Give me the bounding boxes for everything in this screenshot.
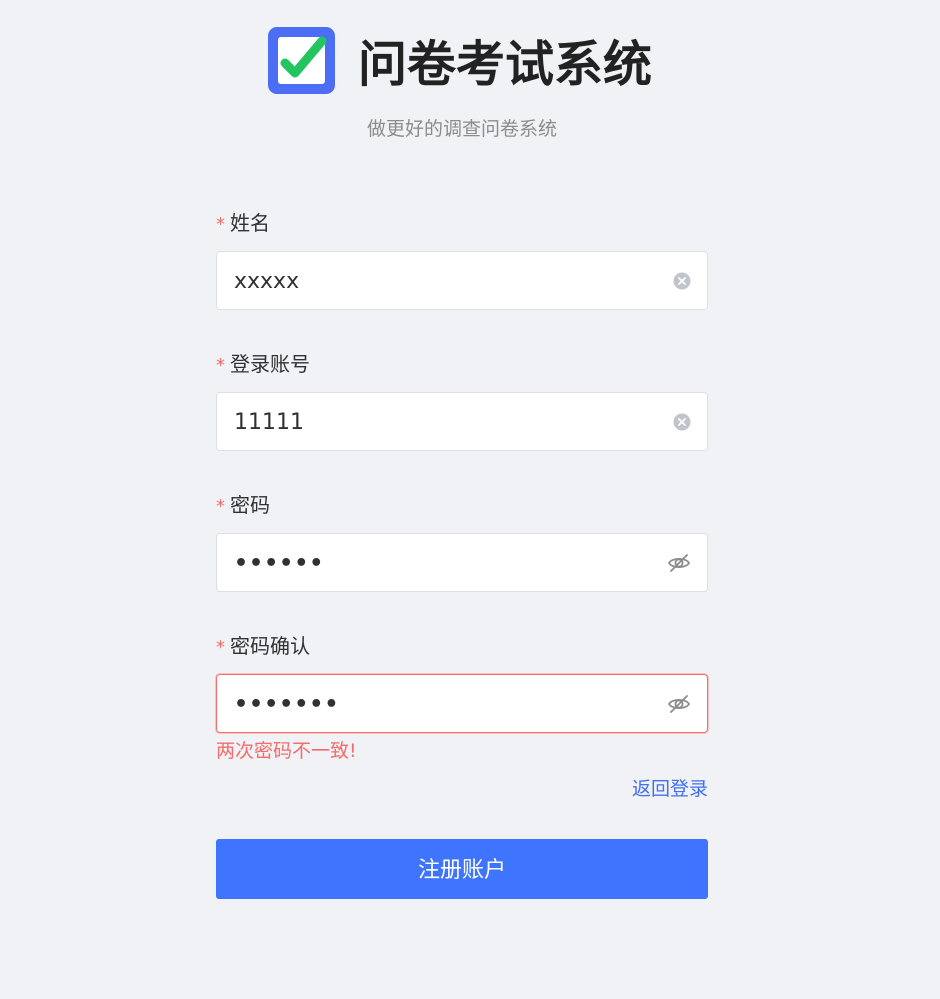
required-mark: * (216, 496, 225, 517)
register-form: * 姓名 xxxxx * 登录账号 11111 * 密码 •••••• * 密码… (216, 205, 708, 899)
account-input-value: 11111 (234, 410, 304, 435)
name-input-value: xxxxx (234, 269, 300, 294)
eye-off-icon[interactable] (667, 551, 691, 575)
password-input-value: •••••• (234, 551, 325, 576)
header: 问卷考试系统 做更好的调查问卷系统 (0, 27, 940, 147)
password-confirm-input-value: ••••••• (234, 692, 340, 717)
clear-icon[interactable] (673, 272, 691, 290)
checkbox-check-icon (268, 27, 336, 95)
clear-icon[interactable] (673, 413, 691, 431)
name-input[interactable]: xxxxx (216, 251, 708, 310)
required-mark: * (216, 637, 225, 658)
field-password-confirm-label: 密码确认 (230, 634, 310, 658)
field-name-label-row: * 姓名 (216, 211, 270, 237)
app-title: 问卷考试系统 (358, 36, 653, 93)
password-input[interactable]: •••••• (216, 533, 708, 592)
field-account-label: 登录账号 (230, 352, 310, 376)
field-name-label: 姓名 (230, 211, 270, 235)
app-subtitle: 做更好的调查问卷系统 (366, 118, 557, 140)
field-password-label-row: * 密码 (216, 493, 270, 519)
register-button[interactable]: 注册账户 (216, 839, 708, 899)
password-mismatch-error: 两次密码不一致! (216, 740, 357, 762)
field-password-label: 密码 (230, 493, 270, 517)
password-confirm-input[interactable]: ••••••• (216, 674, 708, 733)
required-mark: * (216, 214, 225, 235)
account-input[interactable]: 11111 (216, 392, 708, 451)
field-password: * 密码 •••••• (216, 487, 708, 628)
back-to-login-link[interactable]: 返回登录 (632, 777, 708, 801)
required-mark: * (216, 355, 225, 376)
field-name: * 姓名 xxxxx (216, 205, 708, 346)
field-account: * 登录账号 11111 (216, 346, 708, 487)
eye-off-icon[interactable] (667, 692, 691, 716)
field-password-confirm-label-row: * 密码确认 (216, 634, 310, 660)
field-account-label-row: * 登录账号 (216, 352, 310, 378)
